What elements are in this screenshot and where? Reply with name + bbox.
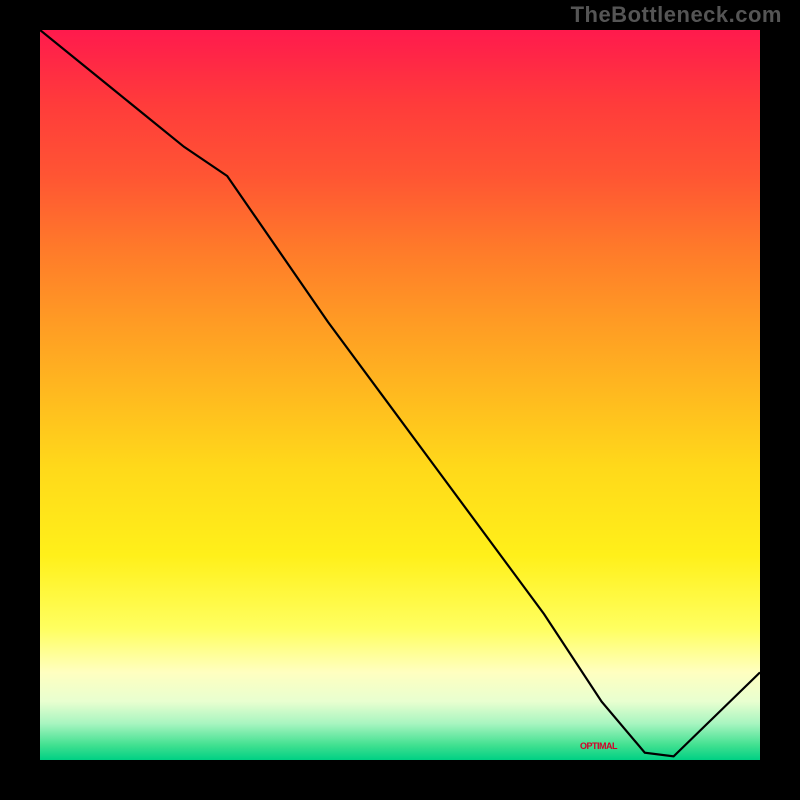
chart-container: TheBottleneck.com OPTIMAL — [0, 0, 800, 800]
bottleneck-curve — [40, 30, 760, 760]
plot-area: OPTIMAL — [40, 30, 760, 760]
attribution-text: TheBottleneck.com — [571, 2, 782, 28]
optimal-marker-label: OPTIMAL — [580, 741, 617, 751]
